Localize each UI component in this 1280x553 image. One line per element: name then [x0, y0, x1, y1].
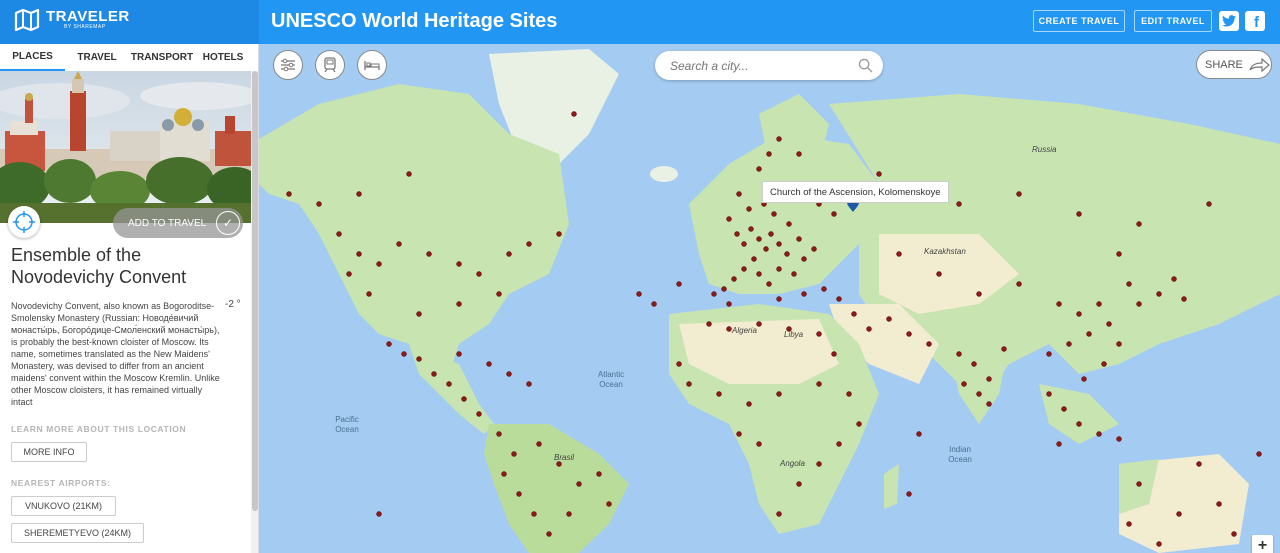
app-subtitle: BY SHAREMAP: [64, 24, 106, 30]
map-icon: [14, 9, 40, 31]
twitter-icon[interactable]: [1219, 11, 1239, 31]
sliders-icon: [281, 58, 295, 72]
search-icon[interactable]: [858, 58, 873, 73]
sidebar: PLACES TRAVEL TRANSPORT HOTELS ADD TO TR…: [0, 44, 259, 553]
airport-vnukovo-button[interactable]: VNUKOVO (21KM): [11, 496, 116, 516]
label-algeria: Algeria: [732, 326, 757, 335]
place-title: Ensemble of the Novodevichy Convent: [11, 245, 187, 287]
transport-button[interactable]: [315, 50, 345, 80]
share-arrow-icon: [1249, 57, 1270, 72]
add-to-travel-button[interactable]: ADD TO TRAVEL ✓: [113, 208, 243, 238]
app-name: TRAVELER: [46, 8, 130, 25]
app-logo[interactable]: TRAVELER BY SHAREMAP: [14, 9, 130, 31]
temperature: -2 °: [225, 299, 241, 310]
airport-sheremetyevo-button[interactable]: SHEREMETYEVO (24KM): [11, 523, 144, 543]
sidebar-tabs: PLACES TRAVEL TRANSPORT HOTELS: [0, 44, 258, 72]
crosshair-icon: [13, 211, 35, 233]
more-info-button[interactable]: MORE INFO: [11, 442, 87, 462]
label-libya: Libya: [784, 330, 804, 339]
label-indian-ocean: Indian Ocean: [948, 445, 972, 464]
nearest-airports-label: NEAREST AIRPORTS:: [11, 478, 111, 488]
tab-places[interactable]: PLACES: [0, 44, 65, 71]
label-angola: Angola: [780, 459, 805, 468]
label-pacific-ocean: Pacific Ocean: [335, 415, 359, 434]
label-atlantic-ocean: Atlantic Ocean: [597, 370, 625, 389]
bed-icon: [364, 61, 380, 70]
app-header-left: TRAVELER BY SHAREMAP: [0, 0, 259, 44]
locate-button[interactable]: [8, 206, 40, 238]
sidebar-scrollbar-thumb[interactable]: [252, 71, 258, 511]
app-header: UNESCO World Heritage Sites CREATE TRAVE…: [259, 0, 1280, 44]
page-title: UNESCO World Heritage Sites: [271, 10, 558, 32]
city-search[interactable]: [655, 51, 883, 80]
map-base: [259, 49, 1280, 553]
place-photo: [0, 71, 251, 223]
learn-more-label: LEARN MORE ABOUT THIS LOCATION: [11, 424, 187, 434]
tab-hotels[interactable]: HOTELS: [195, 44, 251, 71]
edit-travel-button[interactable]: EDIT TRAVEL: [1134, 10, 1212, 32]
facebook-icon[interactable]: f: [1245, 11, 1265, 31]
label-kazakhstan: Kazakhstan: [924, 247, 966, 256]
world-map[interactable]: Russia Kazakhstan Algeria Libya Atlantic…: [259, 44, 1280, 553]
add-to-travel-label: ADD TO TRAVEL: [128, 217, 207, 229]
share-label: SHARE: [1205, 58, 1243, 71]
share-button[interactable]: SHARE: [1196, 50, 1272, 79]
hotels-button[interactable]: [357, 50, 387, 80]
zoom-in-button[interactable]: +: [1252, 535, 1273, 553]
tab-transport[interactable]: TRANSPORT: [129, 44, 195, 71]
create-travel-button[interactable]: CREATE TRAVEL: [1033, 10, 1125, 32]
site-tooltip: Church of the Ascension, Kolomenskoye: [762, 181, 949, 203]
tab-travel[interactable]: TRAVEL: [65, 44, 129, 71]
filter-button[interactable]: [273, 50, 303, 80]
check-icon: ✓: [216, 211, 240, 235]
place-description: Novodevichy Convent, also known as Bogor…: [11, 301, 220, 407]
label-russia: Russia: [1032, 145, 1057, 154]
train-icon: [324, 57, 336, 73]
label-brasil: Brasil: [554, 453, 575, 462]
search-input[interactable]: [655, 51, 883, 80]
